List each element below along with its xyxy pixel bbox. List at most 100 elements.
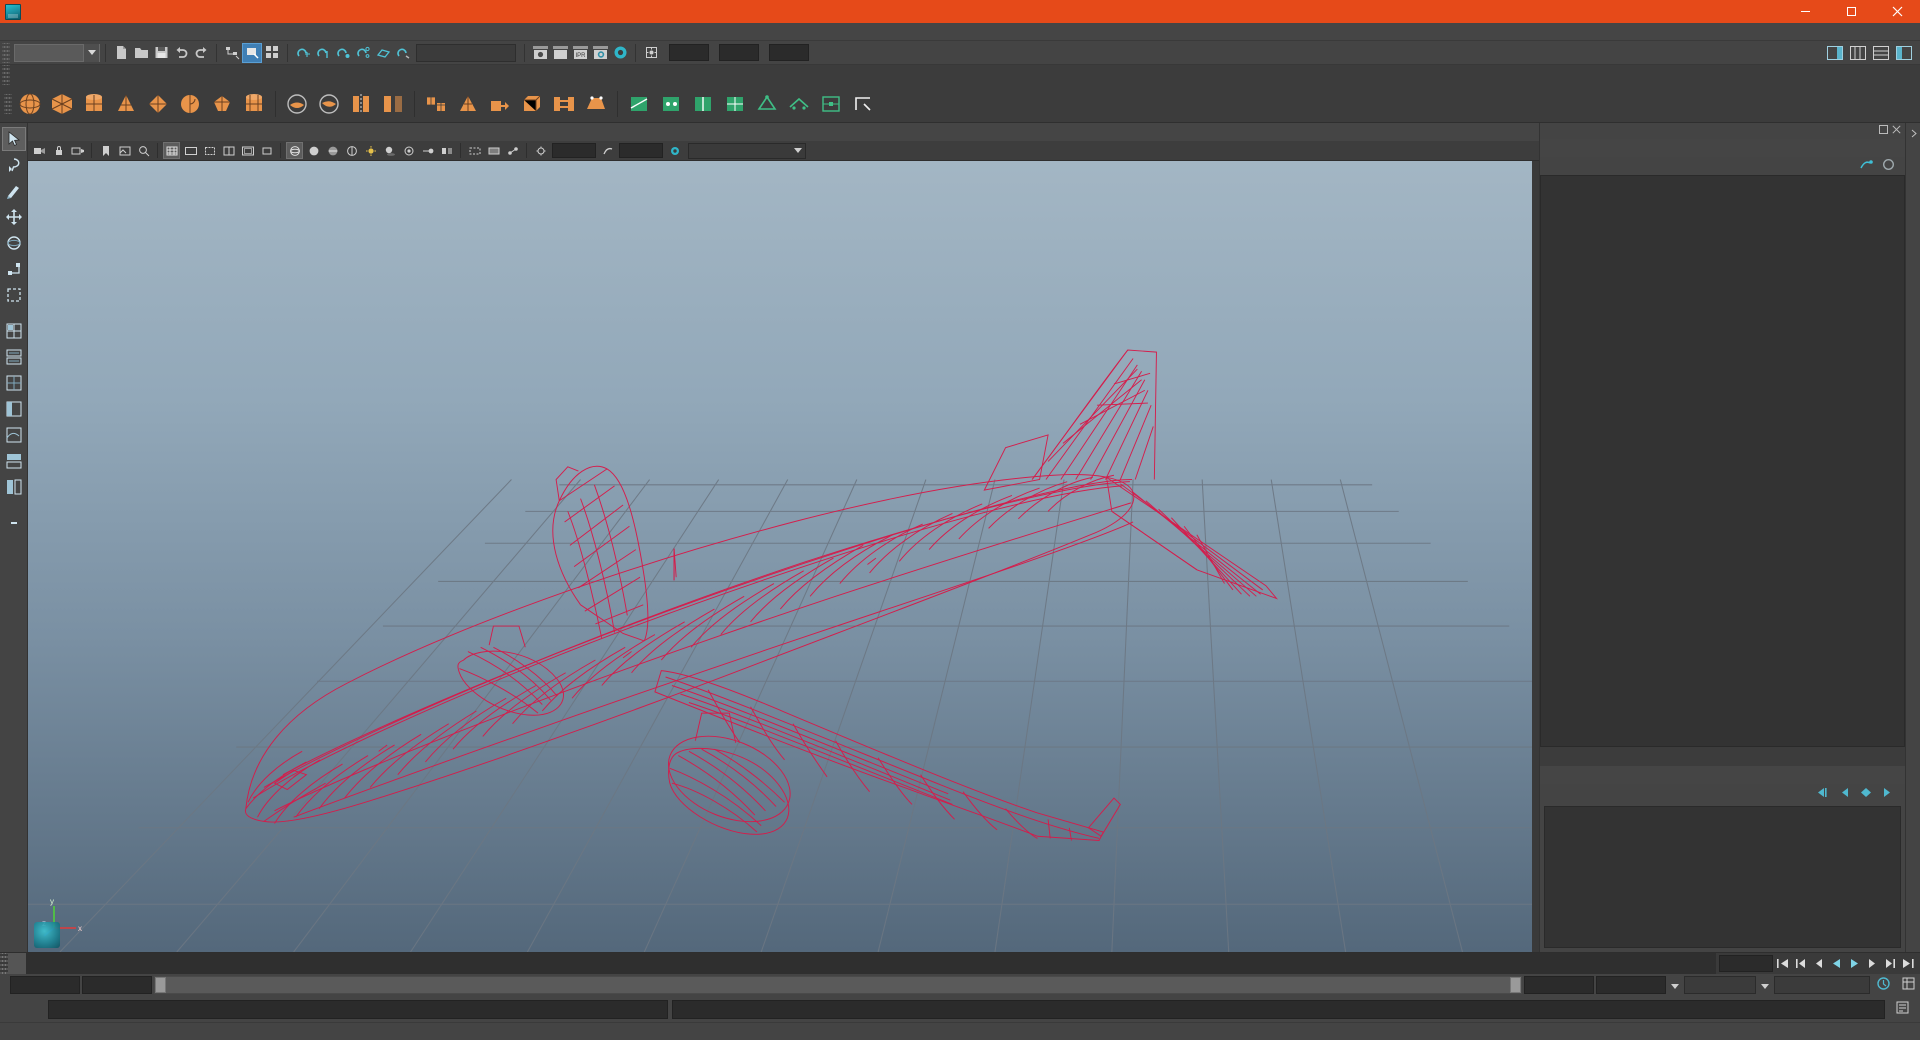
current-frame-field[interactable] — [1719, 955, 1773, 972]
perspective-viewport[interactable]: y x z — [28, 161, 1539, 952]
poly-platonic-icon[interactable] — [239, 89, 269, 119]
y-coord-input[interactable] — [719, 44, 759, 61]
step-back-key-icon[interactable] — [1792, 955, 1809, 972]
poly-plane-icon[interactable] — [175, 89, 205, 119]
poly-connect-icon[interactable] — [688, 89, 718, 119]
uv-planar-icon[interactable] — [784, 89, 814, 119]
make-live-icon[interactable] — [393, 43, 413, 63]
time-slider-track[interactable] — [26, 953, 1716, 974]
poly-smooth-icon[interactable] — [421, 89, 451, 119]
channel-box-circle-icon[interactable] — [1882, 158, 1895, 174]
poly-multi-cut-icon[interactable] — [624, 89, 654, 119]
anim-end-field[interactable] — [1596, 976, 1666, 994]
smooth-shade-icon[interactable] — [305, 142, 322, 159]
toolbar-grip[interactable] — [2, 42, 10, 63]
poly-torus-icon[interactable] — [143, 89, 173, 119]
chevron-down-icon[interactable] — [83, 43, 99, 62]
go-to-start-icon[interactable] — [1774, 955, 1791, 972]
camera-attributes-icon[interactable] — [69, 142, 86, 159]
screen-space-ao-icon[interactable] — [400, 142, 417, 159]
poly-cylinder-icon[interactable] — [79, 89, 109, 119]
shaded-wireframe-icon[interactable] — [324, 142, 341, 159]
ipr-render-icon[interactable]: IPR — [570, 43, 590, 63]
channel-box-toggle-icon[interactable] — [1848, 43, 1868, 63]
hypershade-icon[interactable] — [610, 43, 630, 63]
gamma-input[interactable] — [619, 143, 663, 158]
poly-extrude-icon[interactable] — [485, 89, 515, 119]
poly-booleans-difference-icon[interactable] — [314, 89, 344, 119]
sidebar-toggle-icon[interactable] — [1825, 43, 1845, 63]
go-to-end-icon[interactable] — [1900, 955, 1917, 972]
uv-automatic-icon[interactable] — [848, 89, 878, 119]
play-forwards-icon[interactable] — [1846, 955, 1863, 972]
last-tool-icon[interactable] — [2, 283, 26, 307]
menu-set-selector[interactable] — [14, 43, 100, 62]
render-sequence-icon[interactable] — [550, 43, 570, 63]
character-set-select[interactable] — [1774, 976, 1870, 994]
channel-box-list[interactable] — [1540, 175, 1905, 747]
maximize-button[interactable] — [1828, 0, 1874, 23]
range-start-field[interactable] — [10, 976, 80, 994]
render-current-frame-icon[interactable] — [530, 43, 550, 63]
multisample-icon[interactable] — [438, 142, 455, 159]
range-slider-left-handle[interactable] — [155, 977, 166, 993]
poly-mirror-icon[interactable] — [378, 89, 408, 119]
xray-icon[interactable] — [485, 142, 502, 159]
four-view-layout-icon[interactable] — [2, 319, 26, 343]
open-scene-icon[interactable] — [131, 43, 151, 63]
dock-expand-icon[interactable] — [1909, 127, 1918, 141]
poly-disc-icon[interactable] — [207, 89, 237, 119]
select-camera-icon[interactable] — [31, 142, 48, 159]
color-management-select[interactable] — [688, 142, 806, 159]
uv-editor-icon[interactable] — [752, 89, 782, 119]
layer-prev-icon[interactable] — [1815, 787, 1829, 801]
film-gate-icon[interactable] — [182, 142, 199, 159]
range-slider[interactable] — [154, 976, 1522, 994]
lighting-icon[interactable] — [362, 142, 379, 159]
persp-graph-editor-layout-icon[interactable] — [2, 423, 26, 447]
script-editor-icon[interactable] — [1889, 1000, 1916, 1018]
tool-settings-toggle-icon[interactable] — [1894, 43, 1914, 63]
shelf-icons-grip[interactable] — [4, 93, 12, 114]
play-backwards-icon[interactable] — [1828, 955, 1845, 972]
poly-cone-icon[interactable] — [111, 89, 141, 119]
isolate-select-icon[interactable] — [466, 142, 483, 159]
uv-cylindrical-icon[interactable] — [816, 89, 846, 119]
poly-cube-icon[interactable] — [47, 89, 77, 119]
chevron-down-icon[interactable] — [1668, 978, 1682, 992]
shadows-icon[interactable] — [381, 142, 398, 159]
attribute-editor-toggle-icon[interactable] — [1871, 43, 1891, 63]
poly-sphere-icon[interactable] — [15, 89, 45, 119]
poly-bridge-icon[interactable] — [549, 89, 579, 119]
poly-bevel-icon[interactable] — [517, 89, 547, 119]
mel-command-input[interactable] — [48, 999, 668, 1019]
time-slider-grip[interactable] — [0, 953, 8, 974]
image-plane-icon[interactable] — [116, 142, 133, 159]
poly-combine-icon[interactable] — [346, 89, 376, 119]
two-d-pan-zoom-icon[interactable] — [135, 142, 152, 159]
animation-preferences-icon[interactable] — [1897, 976, 1920, 994]
grid-toggle-icon[interactable] — [163, 142, 180, 159]
z-coord-input[interactable] — [769, 44, 809, 61]
auto-keyframe-icon[interactable] — [1872, 976, 1895, 994]
more-layouts-icon[interactable] — [2, 511, 26, 535]
motion-blur-icon[interactable] — [419, 142, 436, 159]
resolution-gate-icon[interactable] — [201, 142, 218, 159]
safe-title-icon[interactable] — [258, 142, 275, 159]
persp-uv-layout-icon[interactable] — [2, 475, 26, 499]
two-pane-split-layout-icon[interactable] — [2, 345, 26, 369]
layer-add-key-icon[interactable] — [1859, 787, 1873, 801]
panel-close-icon[interactable] — [1892, 125, 1901, 137]
anim-start-field[interactable] — [1524, 976, 1594, 994]
select-by-object-icon[interactable] — [242, 42, 262, 63]
rotate-tool-icon[interactable] — [2, 231, 26, 255]
layer-prev-key-icon[interactable] — [1837, 787, 1851, 801]
wireframe-icon[interactable] — [286, 142, 303, 159]
snap-to-grid-icon[interactable] — [293, 43, 313, 63]
poly-quad-draw-icon[interactable] — [720, 89, 750, 119]
close-button[interactable] — [1874, 0, 1920, 23]
x-coord-input[interactable] — [669, 44, 709, 61]
snap-to-curve-icon[interactable] — [313, 43, 333, 63]
snap-to-view-plane-icon[interactable] — [373, 43, 393, 63]
step-forward-key-icon[interactable] — [1882, 955, 1899, 972]
